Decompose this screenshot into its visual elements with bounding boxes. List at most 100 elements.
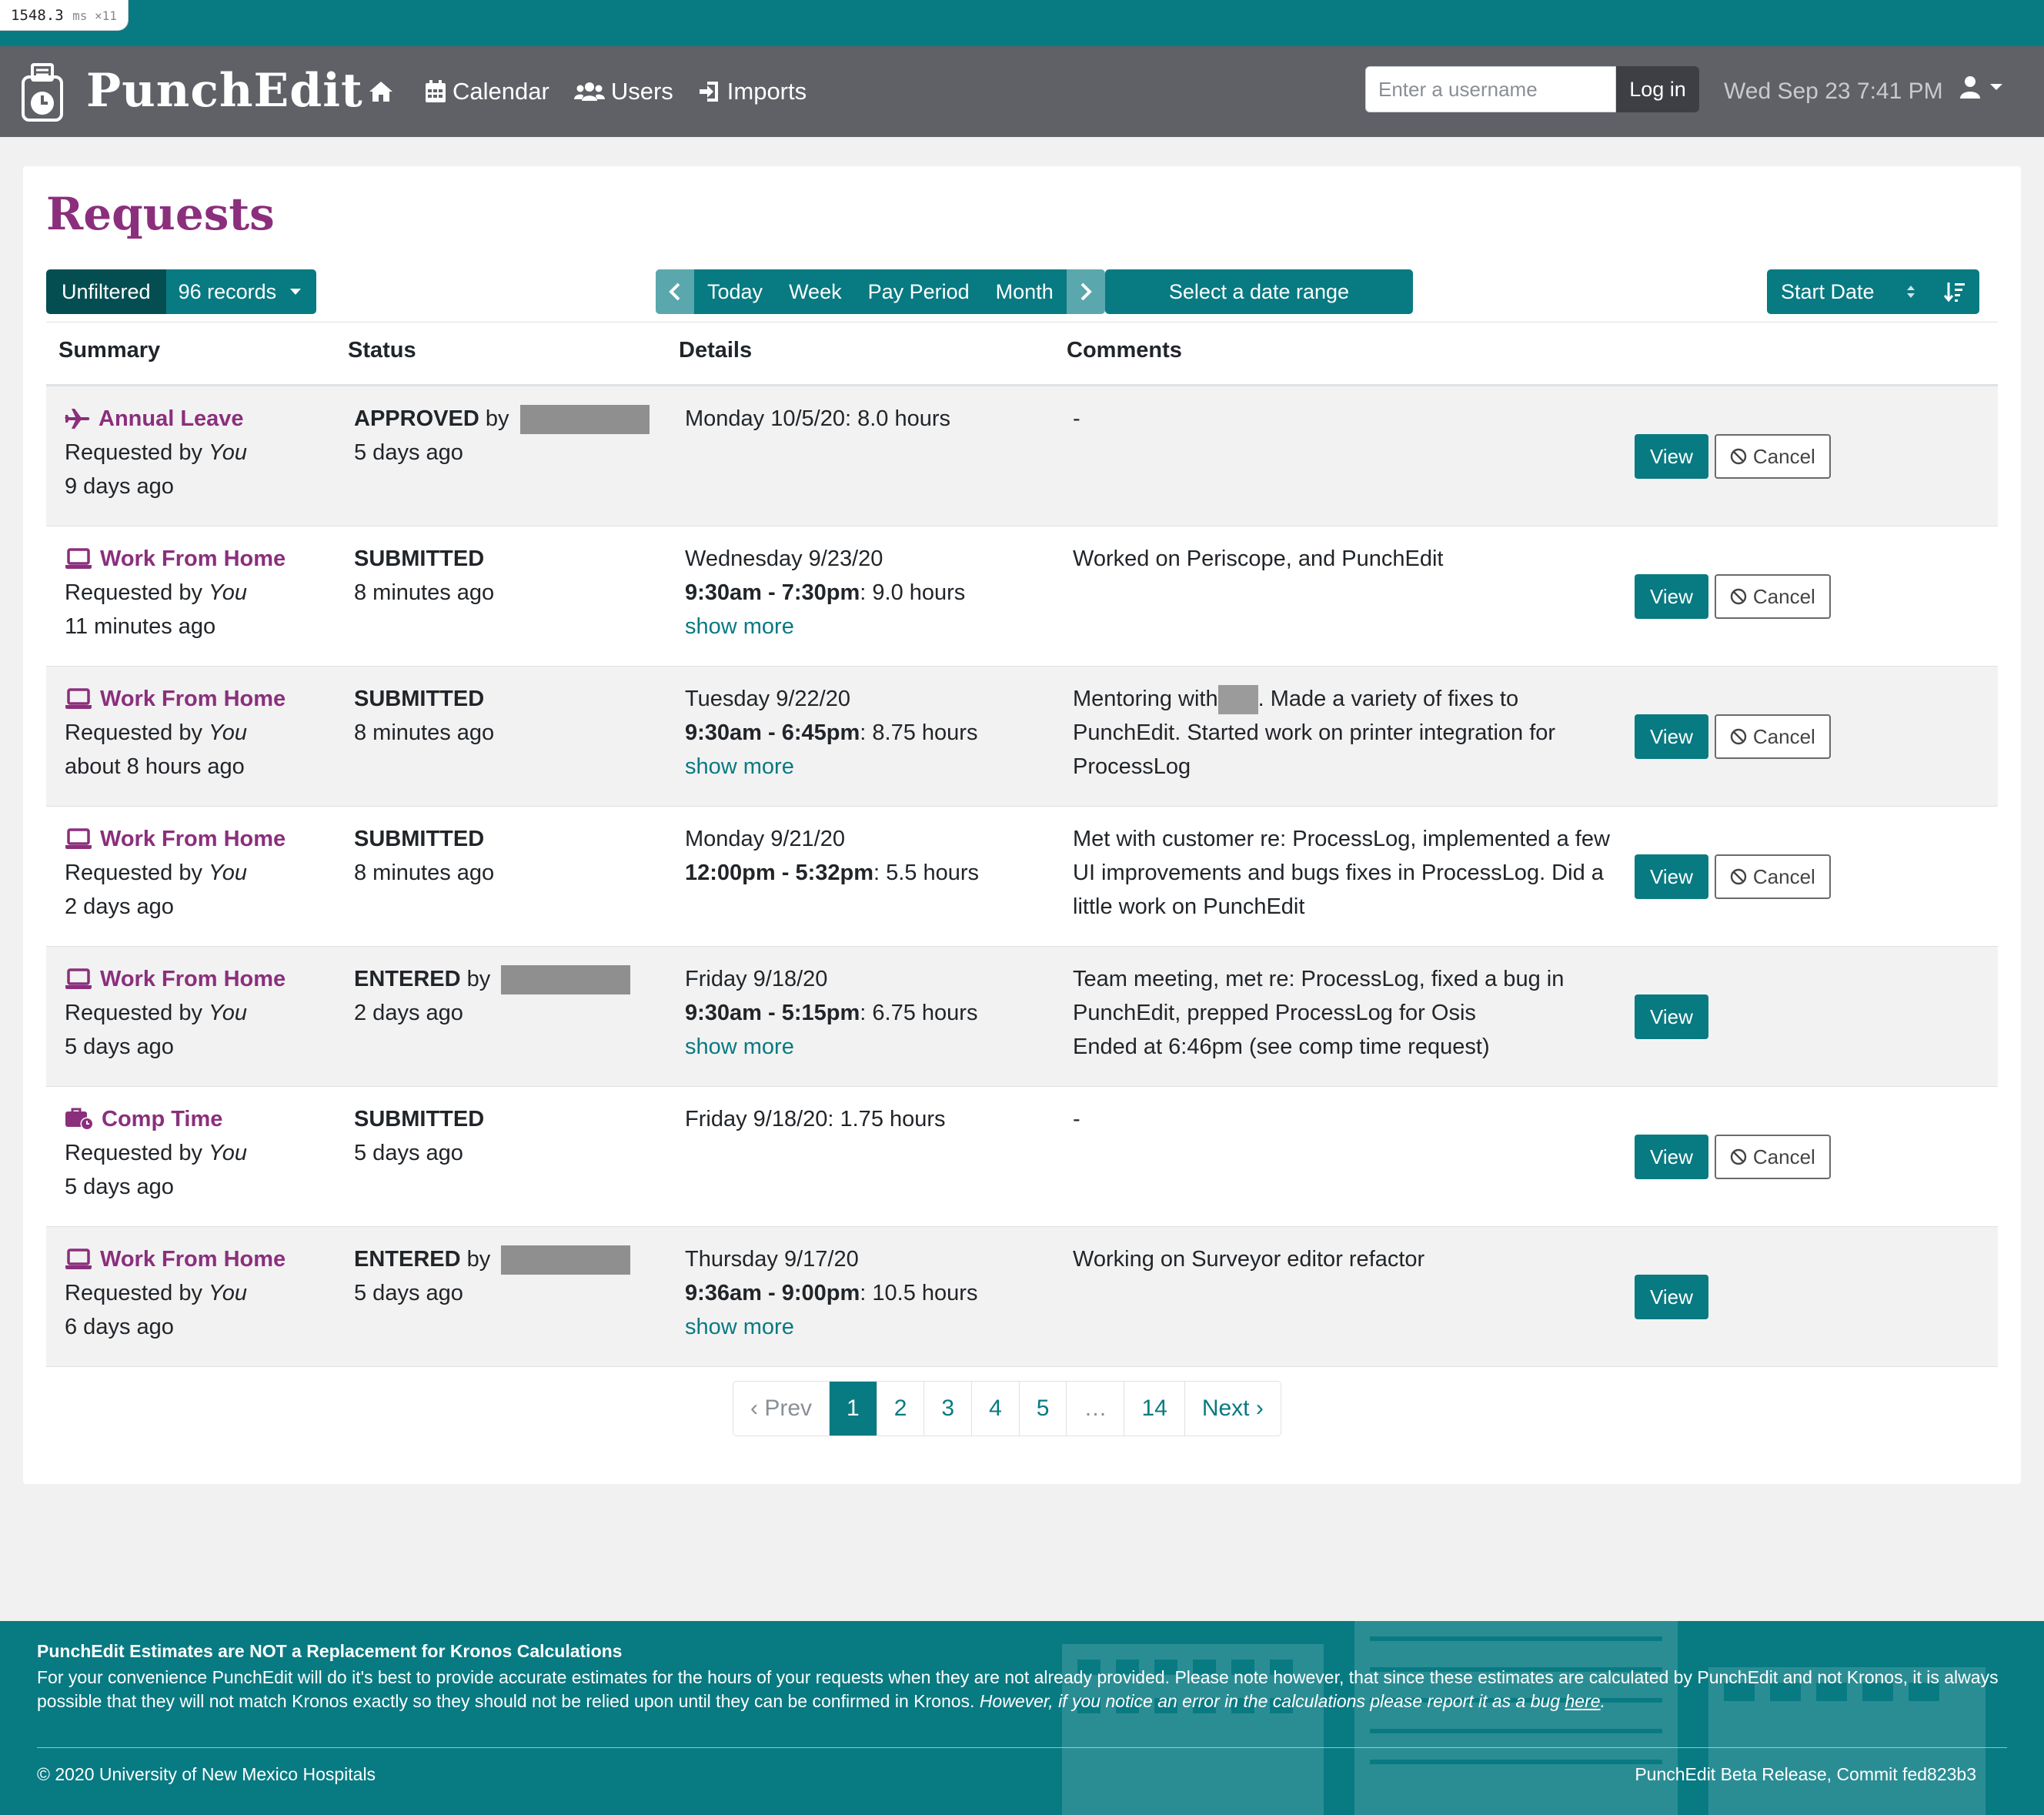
cancel-label: Cancel: [1752, 724, 1815, 748]
nav-users[interactable]: Users: [573, 78, 673, 105]
page-ellipsis: …: [1066, 1382, 1124, 1436]
user-menu-toggle[interactable]: [1959, 75, 2004, 99]
request-hours: : 9.0 hours: [860, 580, 966, 605]
range-pay-period-button[interactable]: Pay Period: [854, 269, 983, 314]
requested-by-label: Requested by: [65, 1001, 209, 1025]
next-page-button[interactable]: Next ›: [1184, 1382, 1281, 1436]
next-range-button[interactable]: [1066, 269, 1105, 314]
status-time: 5 days ago: [354, 440, 463, 465]
range-month-button[interactable]: Month: [982, 269, 1067, 314]
filter-dropdown: Unfiltered 96 records: [46, 269, 317, 314]
cancel-button[interactable]: Cancel: [1714, 854, 1831, 899]
laptop-icon: [65, 828, 92, 849]
details-cell: Friday 9/18/20 9:30am - 5:15pm: 6.75 hou…: [685, 962, 1062, 1064]
request-age: 5 days ago: [65, 1035, 174, 1059]
show-more-link[interactable]: show more: [685, 1030, 1062, 1064]
unfiltered-button[interactable]: Unfiltered: [46, 269, 166, 314]
view-button[interactable]: View: [1635, 434, 1708, 479]
request-time: 9:30am - 6:45pm: [685, 720, 860, 745]
status-time: 8 minutes ago: [354, 720, 495, 745]
table-row: Work From Home Requested by You 2 days a…: [46, 807, 1998, 947]
report-bug-link[interactable]: here: [1565, 1691, 1601, 1711]
details-cell: Wednesday 9/23/20 9:30am - 7:30pm: 9.0 h…: [685, 542, 1062, 643]
status-time: 5 days ago: [354, 1281, 463, 1305]
nav-imports[interactable]: Imports: [698, 78, 807, 105]
requester: You: [209, 720, 248, 745]
requested-by: Requested by You: [65, 576, 349, 610]
requester: You: [209, 1001, 248, 1025]
show-more-link[interactable]: show more: [685, 1310, 1062, 1344]
release-commit: PunchEdit Beta Release, Commit fed823b3: [1635, 1764, 1976, 1784]
footer-body-end: .: [1600, 1691, 1605, 1711]
prev-page-button[interactable]: ‹ Prev: [733, 1382, 829, 1436]
view-button[interactable]: View: [1635, 854, 1708, 899]
show-more-link[interactable]: show more: [685, 750, 1062, 784]
view-button[interactable]: View: [1635, 994, 1708, 1039]
footer-body-italic: However, if you notice an error in the c…: [979, 1691, 1565, 1711]
row-actions: View Cancel: [1635, 434, 1831, 479]
laptop-icon: [65, 688, 92, 709]
request-type-link[interactable]: Work From Home: [65, 682, 349, 716]
hospital-building-image: [1062, 1621, 1986, 1815]
nav-home[interactable]: [368, 80, 400, 103]
caret-down-icon: [1990, 84, 2002, 90]
login-button[interactable]: Log in: [1616, 66, 1699, 112]
comments-cell: Mentoring with. Made a variety of fixes …: [1073, 682, 1611, 784]
perf-badge: 1548.3 ms ×11: [0, 0, 129, 31]
status-time: 2 days ago: [354, 1001, 463, 1025]
laptop-icon: [65, 1248, 92, 1269]
cancel-button[interactable]: Cancel: [1714, 574, 1831, 619]
request-type-link[interactable]: Work From Home: [65, 962, 349, 996]
details-cell: Monday 10/5/20: 8.0 hours: [685, 402, 1062, 436]
requested-by: Requested by You: [65, 1276, 349, 1310]
punch-clock-logo-icon[interactable]: [20, 63, 65, 122]
col-comments: Comments: [1067, 338, 1182, 363]
previous-range-button[interactable]: [656, 269, 694, 314]
comments-cell: -: [1073, 1102, 1611, 1136]
table-header: Summary Status Details Comments: [46, 322, 1998, 386]
view-button[interactable]: View: [1635, 714, 1708, 759]
status-cell: SUBMITTED 8 minutes ago: [354, 542, 677, 610]
status-badge: SUBMITTED: [354, 547, 485, 571]
sort-direction-button[interactable]: [1930, 269, 1979, 314]
top-strip: [0, 0, 2044, 46]
status-badge: SUBMITTED: [354, 827, 485, 851]
summary-cell: Work From Home Requested by You 2 days a…: [65, 822, 349, 924]
status-by: by: [460, 967, 491, 991]
cancel-button[interactable]: Cancel: [1714, 714, 1831, 759]
request-date: Friday 9/18/20: 1.75 hours: [685, 1107, 946, 1131]
view-button[interactable]: View: [1635, 1135, 1708, 1179]
cancel-button[interactable]: Cancel: [1714, 1135, 1831, 1179]
brand-name[interactable]: PunchEdit: [86, 62, 363, 120]
range-week-button[interactable]: Week: [776, 269, 855, 314]
request-comment: Met with customer re: ProcessLog, implem…: [1073, 827, 1610, 919]
view-button[interactable]: View: [1635, 574, 1708, 619]
import-icon: [699, 82, 718, 102]
requested-by: Requested by You: [65, 1136, 349, 1170]
page-3-button[interactable]: 3: [923, 1382, 971, 1436]
range-today-button[interactable]: Today: [694, 269, 777, 314]
request-age: 9 days ago: [65, 474, 174, 499]
page-14-button[interactable]: 14: [1124, 1382, 1184, 1436]
request-hours: : 5.5 hours: [873, 861, 980, 885]
request-type-link[interactable]: Annual Leave: [65, 402, 349, 436]
page-1-button[interactable]: 1: [829, 1382, 877, 1436]
cancel-button[interactable]: Cancel: [1714, 434, 1831, 479]
nav-calendar[interactable]: Calendar: [425, 78, 549, 105]
request-type-link[interactable]: Work From Home: [65, 822, 349, 856]
records-dropdown-button[interactable]: 96 records: [165, 269, 317, 314]
page-2-button[interactable]: 2: [876, 1382, 924, 1436]
request-type-label: Work From Home: [100, 967, 286, 991]
row-actions: View Cancel: [1635, 714, 1831, 759]
page-5-button[interactable]: 5: [1018, 1382, 1067, 1436]
request-type-link[interactable]: Work From Home: [65, 1242, 349, 1276]
select-date-range-button[interactable]: Select a date range: [1105, 269, 1413, 314]
table-row: Work From Home Requested by You 5 days a…: [46, 947, 1998, 1087]
request-type-link[interactable]: Work From Home: [65, 542, 349, 576]
request-type-link[interactable]: Comp Time: [65, 1102, 349, 1136]
page-4-button[interactable]: 4: [971, 1382, 1019, 1436]
sort-field-select[interactable]: Start Date: [1767, 269, 1930, 314]
view-button[interactable]: View: [1635, 1275, 1708, 1319]
show-more-link[interactable]: show more: [685, 610, 1062, 643]
username-input[interactable]: [1365, 66, 1616, 112]
